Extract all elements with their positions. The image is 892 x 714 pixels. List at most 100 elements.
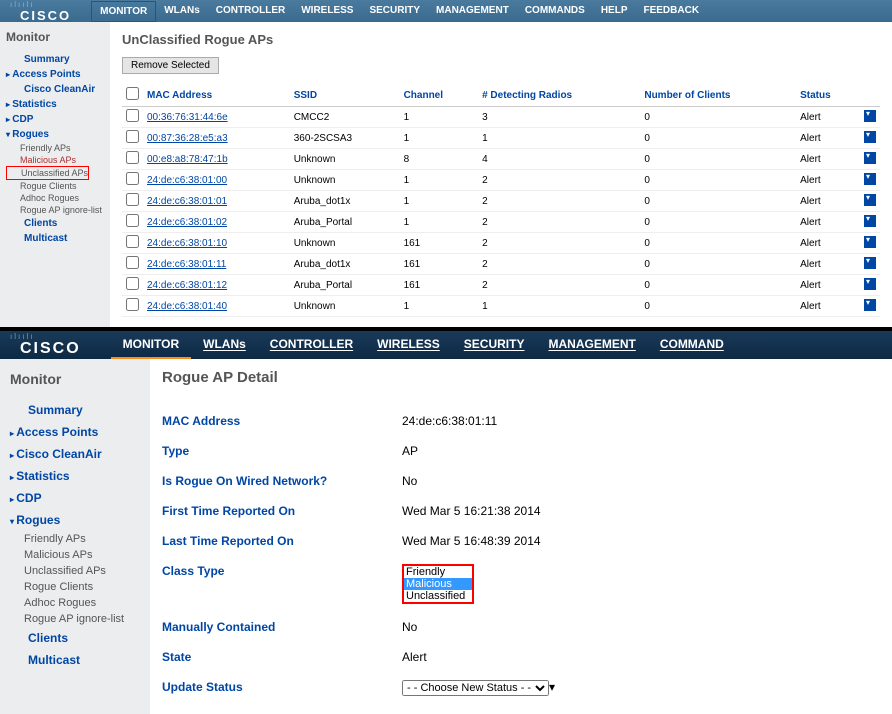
class-option-unclassified[interactable]: Unclassified <box>404 590 472 602</box>
nav-security[interactable]: SECURITY <box>361 1 428 22</box>
sidebar-rogues[interactable]: Rogues <box>6 127 104 142</box>
mac-link[interactable]: 00:87:36:28:e5:a3 <box>147 133 228 144</box>
nav-links: MONITOR WLANs CONTROLLER WIRELESS SECURI… <box>111 331 736 360</box>
sidebar-friendly-aps[interactable]: Friendly APs <box>6 142 104 154</box>
mac-link[interactable]: 24:de:c6:38:01:10 <box>147 238 227 249</box>
sidebar-cdp[interactable]: CDP <box>6 112 104 127</box>
row-checkbox[interactable] <box>126 214 139 227</box>
row-action-dropdown[interactable] <box>864 194 876 206</box>
cell-status: Alert <box>796 191 860 212</box>
class-type-select[interactable]: Friendly Malicious Unclassified <box>402 564 474 604</box>
mac-link[interactable]: 24:de:c6:38:01:12 <box>147 280 227 291</box>
sidebar-ignore-list[interactable]: Rogue AP ignore-list <box>10 611 140 627</box>
row-checkbox[interactable] <box>126 172 139 185</box>
nav-management[interactable]: MANAGEMENT <box>536 331 647 360</box>
col-ssid: SSID <box>290 84 400 107</box>
cell-clients: 0 <box>640 191 796 212</box>
label-first: First Time Reported On <box>162 504 402 518</box>
row-action-dropdown[interactable] <box>864 215 876 227</box>
sidebar-statistics[interactable]: Statistics <box>6 97 104 112</box>
class-option-friendly[interactable]: Friendly <box>404 566 472 578</box>
row-action-dropdown[interactable] <box>864 131 876 143</box>
label-update: Update Status <box>162 680 402 696</box>
row-action-dropdown[interactable] <box>864 278 876 290</box>
nav-controller[interactable]: CONTROLLER <box>258 331 365 360</box>
sidebar-malicious-aps[interactable]: Malicious APs <box>10 547 140 563</box>
row-action-dropdown[interactable] <box>864 173 876 185</box>
sidebar-summary[interactable]: Summary <box>15 52 104 67</box>
sidebar-rogues[interactable]: Rogues <box>10 509 140 531</box>
nav-wlans[interactable]: WLANs <box>191 331 258 360</box>
sidebar-access-points[interactable]: Access Points <box>6 67 104 82</box>
nav-commands[interactable]: COMMAND <box>648 331 736 360</box>
nav-wireless[interactable]: WIRELESS <box>293 1 361 22</box>
row-checkbox[interactable] <box>126 298 139 311</box>
value-mac: 24:de:c6:38:01:11 <box>402 414 497 428</box>
mac-link[interactable]: 24:de:c6:38:01:40 <box>147 301 227 312</box>
nav-controller[interactable]: CONTROLLER <box>208 1 293 22</box>
sidebar-multicast[interactable]: Multicast <box>19 649 140 671</box>
sidebar-rogue-clients[interactable]: Rogue Clients <box>10 579 140 595</box>
row-action-dropdown[interactable] <box>864 236 876 248</box>
sidebar-rogue-clients[interactable]: Rogue Clients <box>6 180 104 192</box>
cell-channel: 161 <box>400 254 479 275</box>
sidebar-adhoc-rogues[interactable]: Adhoc Rogues <box>6 192 104 204</box>
col-radios: # Detecting Radios <box>478 84 640 107</box>
nav-feedback[interactable]: FEEDBACK <box>635 1 707 22</box>
mac-link[interactable]: 24:de:c6:38:01:02 <box>147 217 227 228</box>
cell-clients: 0 <box>640 212 796 233</box>
sidebar-multicast[interactable]: Multicast <box>15 231 104 246</box>
row-action-dropdown[interactable] <box>864 152 876 164</box>
screen-rogue-list: ılıılı CISCO MONITOR WLANs CONTROLLER WI… <box>0 0 892 327</box>
mac-link[interactable]: 24:de:c6:38:01:00 <box>147 175 227 186</box>
sidebar-clients[interactable]: Clients <box>15 216 104 231</box>
row-checkbox[interactable] <box>126 130 139 143</box>
row-checkbox[interactable] <box>126 109 139 122</box>
nav-wireless[interactable]: WIRELESS <box>365 331 452 360</box>
row-action-dropdown[interactable] <box>864 257 876 269</box>
mac-link[interactable]: 00:e8:a8:78:47:1b <box>147 154 228 165</box>
sidebar-cdp[interactable]: CDP <box>10 487 140 509</box>
row-checkbox[interactable] <box>126 151 139 164</box>
nav-commands[interactable]: COMMANDS <box>517 1 593 22</box>
sidebar-malicious-aps[interactable]: Malicious APs <box>6 154 104 166</box>
sidebar-cleanair[interactable]: Cisco CleanAir <box>10 443 140 465</box>
update-status-select[interactable]: - - Choose New Status - - <box>402 680 549 696</box>
nav-help[interactable]: HELP <box>593 1 636 22</box>
nav-monitor[interactable]: MONITOR <box>91 1 156 22</box>
row-checkbox[interactable] <box>126 277 139 290</box>
row-checkbox[interactable] <box>126 235 139 248</box>
remove-selected-button[interactable]: Remove Selected <box>122 57 219 74</box>
label-last: Last Time Reported On <box>162 534 402 548</box>
row-checkbox[interactable] <box>126 256 139 269</box>
class-option-malicious[interactable]: Malicious <box>404 578 472 590</box>
row-action-dropdown[interactable] <box>864 299 876 311</box>
table-row: 00:e8:a8:78:47:1bUnknown840Alert <box>122 149 880 170</box>
main-panel: UnClassified Rogue APs Remove Selected M… <box>110 22 892 327</box>
sidebar-ignore-list[interactable]: Rogue AP ignore-list <box>6 204 104 216</box>
sidebar-statistics[interactable]: Statistics <box>10 465 140 487</box>
logo-text: CISCO <box>10 9 91 22</box>
screen-rogue-detail: ılıılı CISCO MONITOR WLANs CONTROLLER WI… <box>0 331 892 714</box>
nav-security[interactable]: SECURITY <box>452 331 537 360</box>
sidebar-clients[interactable]: Clients <box>19 627 140 649</box>
select-all-checkbox[interactable] <box>126 87 139 100</box>
mac-link[interactable]: 24:de:c6:38:01:11 <box>147 259 226 270</box>
sidebar-friendly-aps[interactable]: Friendly APs <box>10 531 140 547</box>
mac-link[interactable]: 24:de:c6:38:01:01 <box>147 196 227 207</box>
nav-wlans[interactable]: WLANs <box>156 1 208 22</box>
sidebar-unclassified-aps[interactable]: Unclassified APs <box>10 563 140 579</box>
table-row: 24:de:c6:38:01:11Aruba_dot1x16120Alert <box>122 254 880 275</box>
nav-monitor[interactable]: MONITOR <box>111 331 191 360</box>
nav-management[interactable]: MANAGEMENT <box>428 1 517 22</box>
cell-ssid: Unknown <box>290 296 400 317</box>
sidebar-cleanair[interactable]: Cisco CleanAir <box>15 82 104 97</box>
row-action-dropdown[interactable] <box>864 110 876 122</box>
label-contained: Manually Contained <box>162 620 402 634</box>
sidebar-unclassified-aps[interactable]: Unclassified APs <box>6 166 89 180</box>
sidebar-adhoc-rogues[interactable]: Adhoc Rogues <box>10 595 140 611</box>
sidebar-summary[interactable]: Summary <box>19 399 140 421</box>
sidebar-access-points[interactable]: Access Points <box>10 421 140 443</box>
row-checkbox[interactable] <box>126 193 139 206</box>
mac-link[interactable]: 00:36:76:31:44:6e <box>147 112 228 123</box>
